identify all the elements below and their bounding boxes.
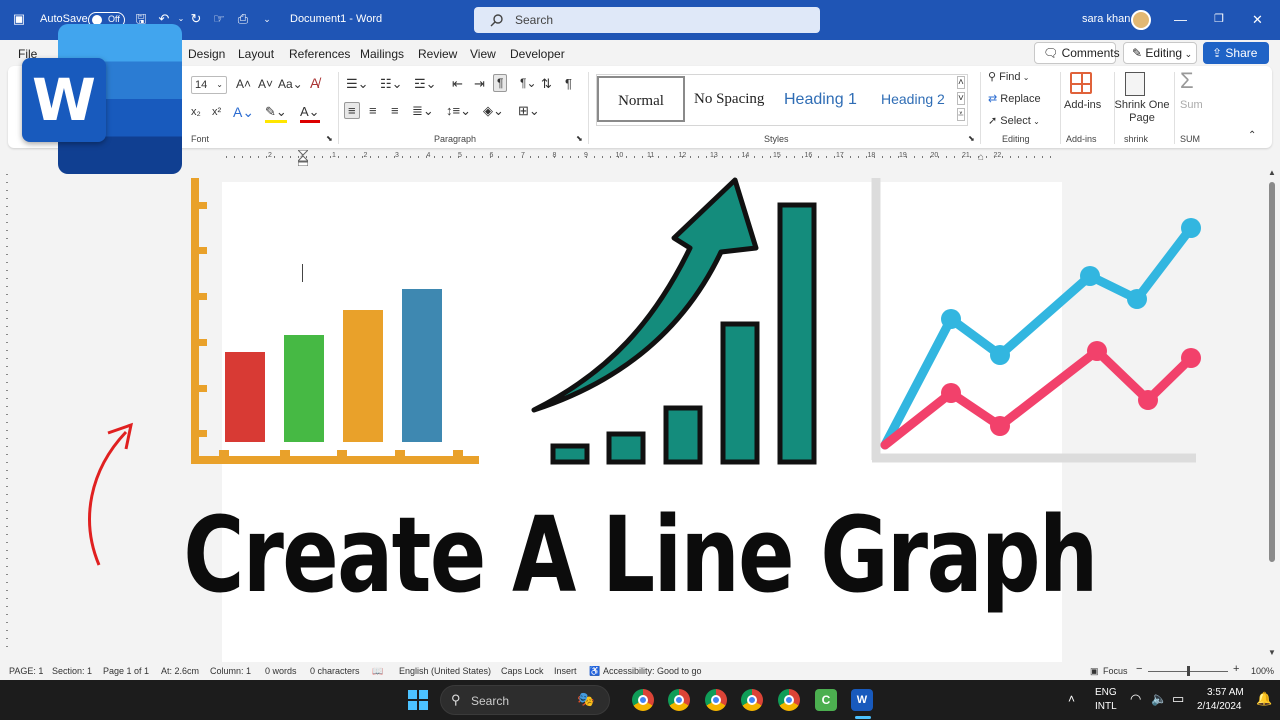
- status-insert[interactable]: Insert: [554, 666, 577, 676]
- status-language[interactable]: English (United States): [399, 666, 491, 676]
- status-zoom[interactable]: 100%: [1251, 666, 1274, 676]
- bar-chart-axis-x: [191, 456, 479, 464]
- line-point-pink: [1138, 390, 1158, 410]
- battery-icon[interactable]: ▭: [1172, 691, 1184, 707]
- bar-red: [225, 352, 265, 442]
- status-column: Column: 1: [210, 666, 252, 676]
- growth-bar-5: [777, 202, 817, 465]
- status-at: At: 2.6cm: [161, 666, 200, 676]
- search-icon: ⚲: [451, 692, 461, 707]
- accessibility-icon: ♿: [589, 666, 601, 676]
- bar-blue: [402, 289, 442, 442]
- line-point-blue: [1080, 266, 1100, 286]
- zoom-in-icon[interactable]: +: [1233, 663, 1239, 675]
- status-character-count[interactable]: 0 characters: [310, 666, 360, 676]
- chrome-icon[interactable]: [741, 689, 763, 711]
- line-point-pink: [1181, 348, 1201, 368]
- active-app-indicator: [855, 716, 871, 719]
- growth-bar-4: [720, 321, 760, 465]
- line-chart-illustration: [871, 178, 1201, 463]
- camtasia-icon[interactable]: C: [815, 689, 837, 711]
- zoom-slider-thumb[interactable]: [1187, 666, 1190, 676]
- taskbar: ⚲ Search 🎭 C W ˄ ENG INTL ◠ 🔈 ▭ 3:57 AM …: [0, 680, 1280, 720]
- wifi-icon[interactable]: ◠: [1130, 691, 1141, 707]
- status-page: PAGE: 1: [9, 666, 44, 676]
- status-page-count[interactable]: Page 1 of 1: [103, 666, 149, 676]
- chrome-icon[interactable]: [778, 689, 800, 711]
- thumbnail-headline: Create A Line Graph: [183, 494, 1098, 616]
- tray-overflow-icon[interactable]: ˄: [1068, 692, 1075, 706]
- chrome-icon[interactable]: [705, 689, 727, 711]
- line-point-pink: [941, 383, 961, 403]
- status-focus[interactable]: Focus: [1103, 666, 1128, 676]
- line-point-blue: [990, 345, 1010, 365]
- taskbar-search-label: Search: [471, 694, 510, 708]
- line-point-blue: [1181, 218, 1201, 238]
- status-caps-lock: Caps Lock: [501, 666, 544, 676]
- volume-icon[interactable]: 🔈: [1151, 691, 1167, 707]
- start-icon[interactable]: [408, 690, 428, 710]
- growth-bar-1: [550, 443, 590, 465]
- line-point-blue: [941, 309, 961, 329]
- search-highlight-icon: 🎭: [577, 691, 595, 707]
- bar-chart-axis-y: [191, 178, 199, 464]
- status-word-count[interactable]: 0 words: [265, 666, 297, 676]
- proofing-icon[interactable]: 📖: [372, 666, 383, 677]
- clock-time[interactable]: 3:57 AM: [1207, 687, 1244, 698]
- zoom-out-icon[interactable]: −: [1136, 663, 1142, 675]
- notifications-icon[interactable]: 🔔: [1256, 691, 1272, 707]
- language-line1[interactable]: ENG: [1095, 687, 1117, 698]
- clock-date[interactable]: 2/14/2024: [1197, 701, 1242, 712]
- status-bar: PAGE: 1 Section: 1 Page 1 of 1 At: 2.6cm…: [0, 662, 1280, 680]
- focus-icon: ▣: [1090, 666, 1099, 676]
- red-arrow-icon: [88, 422, 134, 566]
- language-line2[interactable]: INTL: [1095, 701, 1117, 712]
- taskbar-search[interactable]: ⚲ Search 🎭: [440, 685, 610, 715]
- growth-chart-illustration: [531, 177, 817, 465]
- bar-chart-illustration: [191, 178, 479, 464]
- growth-bar-3: [663, 405, 703, 465]
- chrome-icon[interactable]: [668, 689, 690, 711]
- bar-orange: [343, 310, 383, 442]
- bar-green: [284, 335, 324, 442]
- chrome-icon[interactable]: [632, 689, 654, 711]
- line-point-pink: [1087, 341, 1107, 361]
- line-point-blue: [1127, 289, 1147, 309]
- line-point-pink: [990, 416, 1010, 436]
- status-accessibility[interactable]: Accessibility: Good to go: [603, 666, 702, 676]
- growth-bar-2: [606, 431, 646, 465]
- status-section: Section: 1: [52, 666, 93, 676]
- word-icon[interactable]: W: [851, 689, 873, 711]
